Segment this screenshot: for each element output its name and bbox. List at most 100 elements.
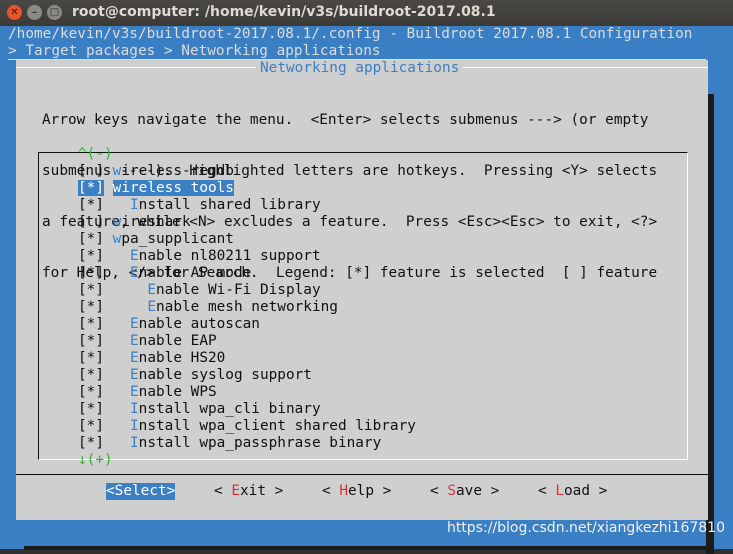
menu-item[interactable]: [*] Install wpa_passphrase binary — [78, 435, 381, 452]
menu-item-label: nable syslog support — [138, 367, 312, 383]
button-label: ave > — [456, 483, 500, 499]
menu-item-label: ireless tools — [121, 180, 234, 196]
maximize-icon[interactable]: □ — [47, 5, 62, 20]
hotkey-letter: E — [147, 299, 156, 315]
menu-item-label: nable AP mode — [138, 265, 252, 281]
hotkey-letter: E — [130, 316, 139, 332]
menu-item[interactable]: [*] wpa_supplicant — [78, 231, 234, 248]
menu-item-label: pa_supplicant — [121, 231, 234, 247]
hotkey-letter: I — [130, 418, 139, 434]
menu-item[interactable]: [*] Enable Wi-Fi Display — [78, 282, 321, 299]
hotkey-letter: E — [130, 333, 139, 349]
checkbox[interactable]: [*] — [78, 265, 104, 281]
close-icon[interactable]: ✕ — [7, 5, 22, 20]
menu-item[interactable]: [*] Enable AP mode — [78, 265, 251, 282]
scroll-down-indicator[interactable]: ↓(+) — [78, 452, 113, 469]
button-bracket: < — [430, 483, 448, 499]
menu-item[interactable]: [*] Enable nl80211 support — [78, 248, 321, 265]
menu-item-label: nable Wi-Fi Display — [156, 282, 321, 298]
button-bracket: < — [538, 483, 556, 499]
window-titlebar: ✕ – □ root@computer: /home/kevin/v3s/bui… — [0, 0, 733, 26]
checkbox[interactable]: [*] — [78, 180, 104, 196]
button-bracket: < — [214, 483, 232, 499]
checkbox[interactable]: [*] — [78, 350, 104, 366]
menu-item[interactable]: [*] Enable autoscan — [78, 316, 260, 333]
checkbox[interactable]: [*] — [78, 384, 104, 400]
menu-item[interactable]: [*] Install shared library — [78, 197, 321, 214]
menu-item-label: nable autoscan — [138, 316, 260, 332]
checkbox[interactable]: [ ] — [78, 214, 104, 230]
menu-item[interactable]: [*] Install wpa_cli binary — [78, 401, 321, 418]
menu-item[interactable]: [*] Enable WPS — [78, 384, 217, 401]
dialog-button[interactable]: < Save > — [430, 483, 499, 500]
menu-item-label: nable mesh networking — [156, 299, 338, 315]
watermark: https://blog.csdn.net/xiangkezhi167810 — [446, 520, 725, 536]
window-title: root@computer: /home/kevin/v3s/buildroot… — [72, 4, 496, 20]
hotkey-letter: H — [339, 483, 348, 499]
button-bracket: < — [106, 483, 115, 499]
checkbox[interactable]: [*] — [78, 248, 104, 264]
scroll-up-indicator[interactable]: ^(-) — [78, 146, 113, 163]
checkbox[interactable]: [*] — [78, 333, 104, 349]
menu-item-label: nable nl80211 support — [138, 248, 321, 264]
menu-item[interactable]: [ ] wireshark — [78, 214, 191, 231]
hotkey-letter: I — [130, 435, 139, 451]
menu-item[interactable]: [*] Install wpa_client shared library — [78, 418, 416, 435]
menu-item[interactable]: [ ] wireless-regdb — [78, 163, 234, 180]
dialog-title: Networking applications — [256, 60, 464, 77]
hotkey-letter: E — [130, 350, 139, 366]
hotkey-letter: E — [147, 282, 156, 298]
config-path-header: /home/kevin/v3s/buildroot-2017.08.1/.con… — [8, 26, 693, 42]
dialog-button[interactable]: < Exit > — [214, 483, 283, 500]
menu-item-label: ireless-regdb — [121, 163, 234, 179]
menu-item-label: nstall wpa_cli binary — [138, 401, 321, 417]
checkbox[interactable]: [ ] — [78, 163, 104, 179]
help-line: Arrow keys navigate the menu. <Enter> se… — [42, 112, 649, 128]
menu-item-label: nstall wpa_client shared library — [138, 418, 416, 434]
button-label: elp > — [348, 483, 392, 499]
checkbox[interactable]: [*] — [78, 367, 104, 383]
checkbox[interactable]: [*] — [78, 231, 104, 247]
menu-item[interactable]: [*] Enable mesh networking — [78, 299, 338, 316]
checkbox[interactable]: [*] — [78, 316, 104, 332]
dialog-button[interactable]: < Help > — [322, 483, 391, 500]
menu-item-label: nstall wpa_passphrase binary — [138, 435, 382, 451]
menu-item-label: nable HS20 — [138, 350, 226, 366]
menu-item[interactable]: [*] wireless tools — [78, 180, 234, 197]
dialog-button[interactable]: < Load > — [538, 483, 607, 500]
hotkey-letter: E — [130, 367, 139, 383]
checkbox[interactable]: [*] — [78, 299, 104, 315]
hotkey-letter: E — [231, 483, 240, 499]
button-separator — [16, 474, 708, 475]
dialog-button[interactable]: <Select> — [106, 483, 176, 500]
minimize-icon[interactable]: – — [27, 5, 42, 20]
menu-item-label: ireshark — [121, 214, 191, 230]
dialog-shadow-bottom — [24, 546, 714, 550]
terminal-area[interactable]: /home/kevin/v3s/buildroot-2017.08.1/.con… — [0, 26, 733, 554]
checkbox[interactable]: [*] — [78, 197, 104, 213]
hotkey-letter: I — [130, 401, 139, 417]
menu-item[interactable]: [*] Enable EAP — [78, 333, 217, 350]
menu-item-label: nable WPS — [138, 384, 217, 400]
checkbox[interactable]: [*] — [78, 282, 104, 298]
hotkey-letter: E — [130, 248, 139, 264]
checkbox[interactable]: [*] — [78, 418, 104, 434]
menu-item[interactable]: [*] Enable HS20 — [78, 350, 225, 367]
checkbox[interactable]: [*] — [78, 435, 104, 451]
menu-item[interactable]: [*] Enable syslog support — [78, 367, 312, 384]
checkbox[interactable]: [*] — [78, 401, 104, 417]
hotkey-letter: I — [130, 197, 139, 213]
